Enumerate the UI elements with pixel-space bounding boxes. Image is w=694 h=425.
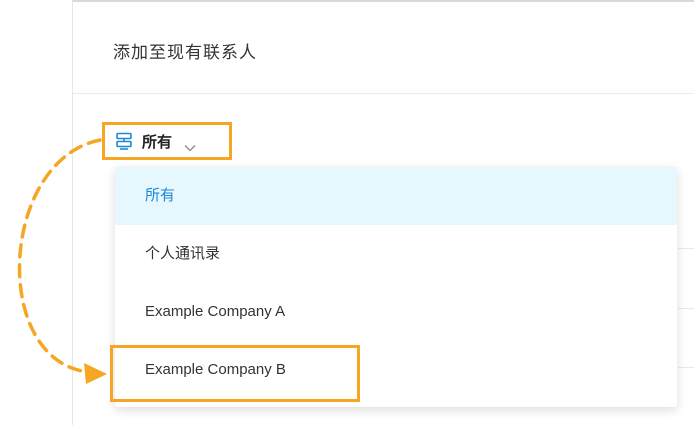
chevron-down-icon — [184, 137, 196, 152]
menu-item-example-company-a[interactable]: Example Company A — [115, 283, 677, 341]
table-divider — [678, 308, 694, 309]
contact-book-icon — [115, 132, 133, 150]
phonebook-filter-dropdown[interactable]: 所有 — [102, 122, 232, 160]
screenshot-stage: 添加至现有联系人 所有 所有 个人通讯录 Example Company A E… — [0, 0, 694, 425]
menu-item-personal-contacts[interactable]: 个人通讯录 — [115, 225, 677, 283]
menu-item-example-company-b[interactable]: Example Company B — [115, 341, 677, 399]
menu-item-all[interactable]: 所有 — [115, 167, 677, 225]
filter-selected-label: 所有 — [142, 132, 173, 151]
phonebook-dropdown-menu: 所有 个人通讯录 Example Company A Example Compa… — [115, 167, 677, 407]
dialog-title: 添加至现有联系人 — [113, 43, 257, 63]
table-divider — [678, 367, 694, 368]
table-divider — [678, 248, 694, 249]
header-divider — [73, 93, 694, 94]
background-table-lines — [678, 160, 694, 400]
